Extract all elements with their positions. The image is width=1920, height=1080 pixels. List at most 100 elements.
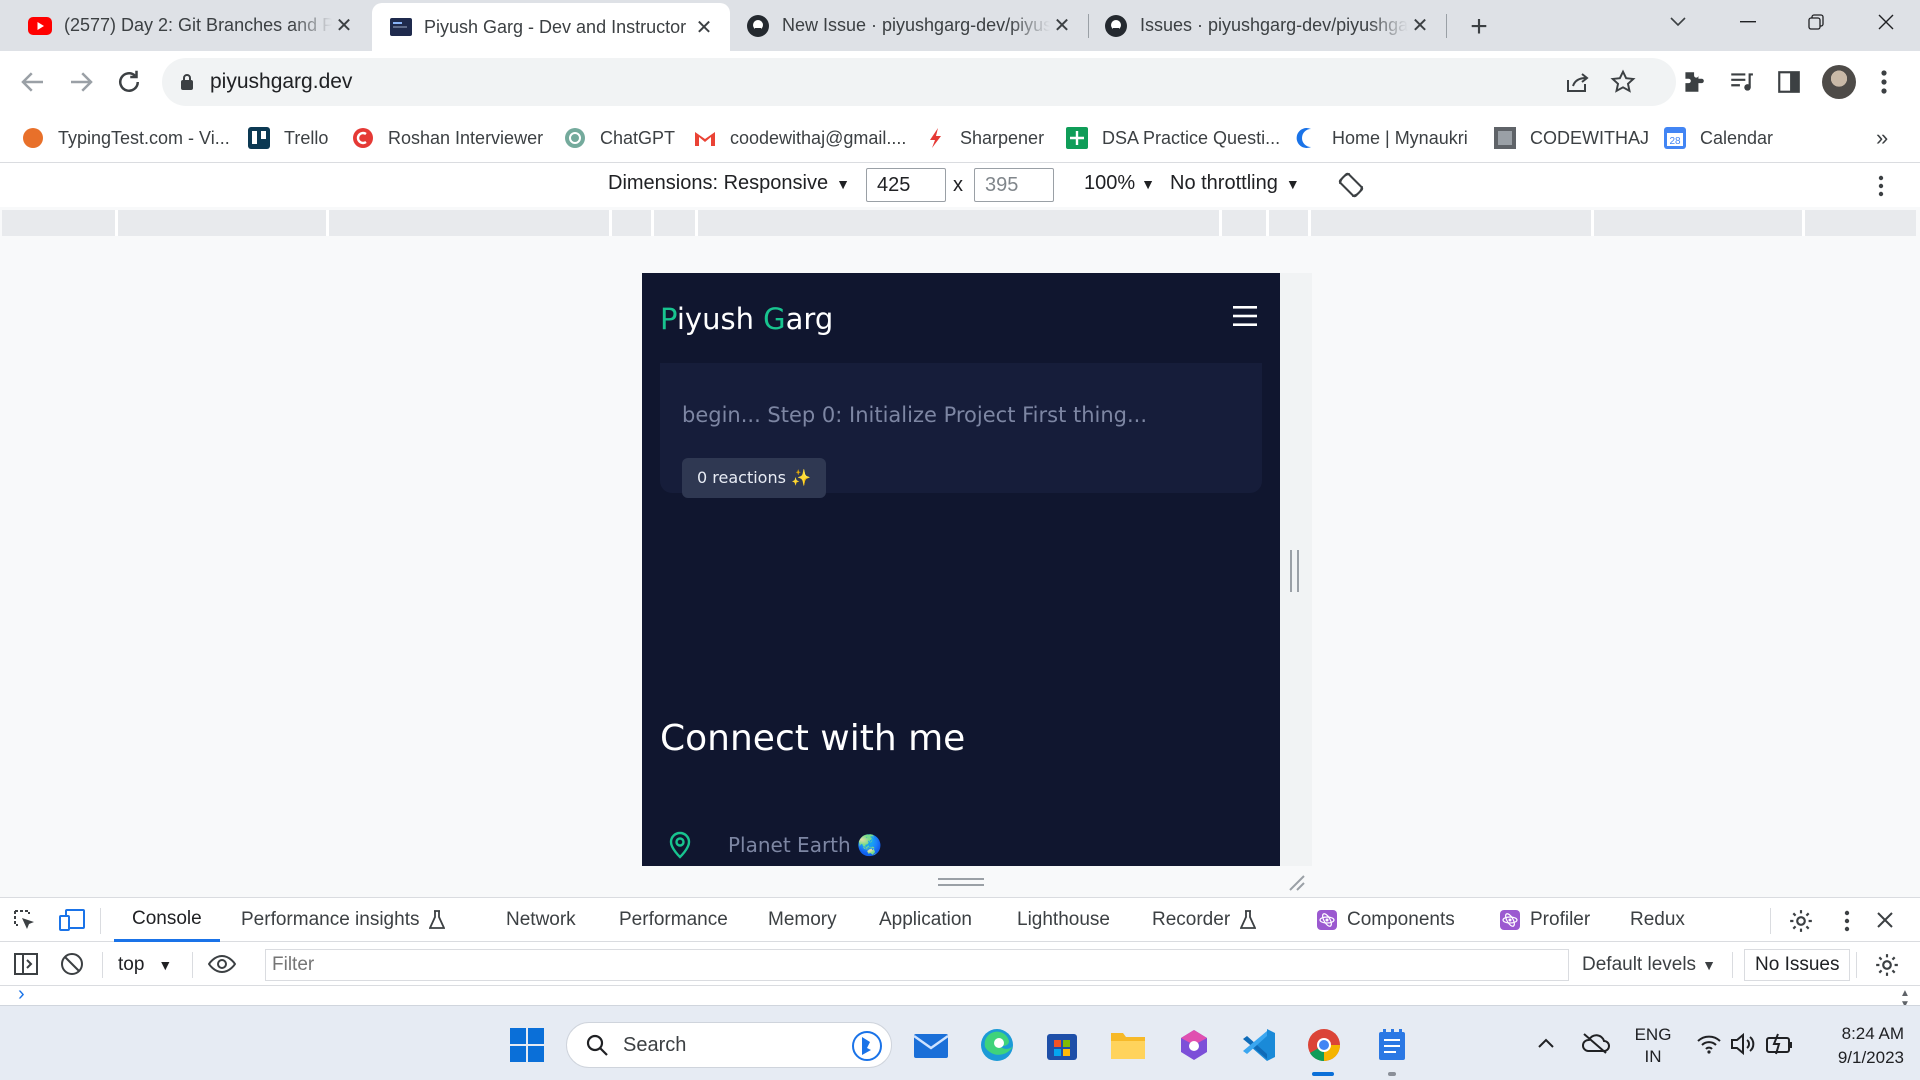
close-tab-icon[interactable]: ✕	[1050, 14, 1074, 38]
notepad-icon[interactable]	[1373, 1026, 1411, 1064]
bookmark-sharpener[interactable]: Sharpener	[924, 123, 1044, 153]
clear-console-icon[interactable]	[60, 952, 84, 976]
right-resize-handle[interactable]	[1290, 550, 1299, 592]
share-icon[interactable]	[1565, 70, 1591, 94]
side-panel-icon[interactable]	[1776, 69, 1802, 95]
onedrive-offline-icon[interactable]	[1580, 1032, 1610, 1054]
bookmark-dsa[interactable]: DSA Practice Questi...	[1066, 123, 1280, 153]
forward-icon[interactable]	[66, 67, 96, 97]
more-menu-icon[interactable]	[1880, 69, 1888, 95]
tab-application[interactable]: Application	[879, 898, 972, 942]
device-toggle-icon[interactable]	[58, 908, 86, 932]
live-expression-eye-icon[interactable]	[208, 954, 236, 974]
hamburger-menu-icon[interactable]	[1233, 306, 1257, 326]
vscode-icon[interactable]	[1240, 1026, 1278, 1064]
media-control-icon[interactable]	[1728, 69, 1754, 95]
reload-icon[interactable]	[114, 67, 144, 97]
copilot-icon[interactable]	[1175, 1026, 1213, 1064]
battery-icon[interactable]	[1766, 1032, 1794, 1056]
height-input[interactable]	[974, 168, 1054, 202]
file-explorer-icon[interactable]	[1109, 1026, 1147, 1064]
bookmark-label: Trello	[284, 127, 329, 148]
tab-youtube[interactable]: (2577) Day 2: Git Branches and Pull Requ…	[0, 0, 370, 51]
extensions-icon[interactable]	[1680, 69, 1706, 95]
windows-start-icon[interactable]	[508, 1026, 546, 1064]
reactions-button[interactable]: 0 reactions ✨	[682, 458, 826, 498]
throttling-select[interactable]: No throttling ▼	[1170, 172, 1300, 195]
store-icon[interactable]	[1043, 1026, 1081, 1064]
tab-performance[interactable]: Performance	[619, 898, 728, 942]
tab-network[interactable]: Network	[506, 898, 576, 942]
edge-icon[interactable]	[978, 1026, 1016, 1064]
clock[interactable]: 8:24 AM 9/1/2023	[1808, 1022, 1904, 1070]
bookmark-codewithaj[interactable]: CODEWITHAJ	[1494, 123, 1649, 153]
lock-icon[interactable]	[180, 73, 194, 91]
close-tab-icon[interactable]: ✕	[332, 14, 356, 38]
bookmark-chatgpt[interactable]: ChatGPT	[564, 123, 675, 153]
width-input[interactable]	[866, 168, 946, 202]
close-tab-icon[interactable]: ✕	[692, 15, 716, 39]
inspect-element-icon[interactable]	[12, 908, 38, 932]
tab-new-issue[interactable]: New Issue · piyushgarg-dev/piyushgarg-de…	[732, 0, 1088, 51]
devtools-more-icon[interactable]	[1844, 910, 1850, 932]
taskbar-search[interactable]: Search	[566, 1022, 892, 1068]
tab-console[interactable]: Console	[114, 898, 220, 942]
minimize-icon[interactable]	[1716, 0, 1780, 44]
site-logo[interactable]: Piyush Garg	[660, 302, 833, 336]
wifi-icon[interactable]	[1696, 1034, 1722, 1054]
bookmarks-bar: TypingTest.com - Vi... Trello Roshan Int…	[0, 113, 1920, 163]
tab-lighthouse[interactable]: Lighthouse	[1017, 898, 1110, 942]
close-tab-icon[interactable]: ✕	[1408, 14, 1432, 38]
logo-p: P	[660, 302, 677, 336]
address-bar[interactable]: piyushgarg.dev	[162, 58, 1676, 106]
tab-issues[interactable]: Issues · piyushgarg-dev/piyushgarg-dev ✕	[1090, 0, 1446, 51]
devtools-close-icon[interactable]	[1876, 911, 1894, 929]
volume-icon[interactable]	[1730, 1032, 1758, 1056]
bookmark-typingtest[interactable]: TypingTest.com - Vi...	[22, 123, 230, 153]
language-indicator[interactable]: ENG IN	[1628, 1024, 1678, 1068]
log-levels-select[interactable]: Default levels ▼	[1582, 954, 1716, 976]
tray-chevron-icon[interactable]	[1536, 1036, 1556, 1050]
dimensions-select[interactable]: Dimensions: Responsive ▼	[608, 172, 850, 195]
bookmark-mynaukri[interactable]: Home | Mynaukri	[1296, 123, 1468, 153]
bookmark-star-icon[interactable]	[1610, 69, 1636, 95]
bookmark-roshan[interactable]: Roshan Interviewer	[352, 123, 543, 153]
tab-search-icon[interactable]	[1646, 0, 1710, 44]
rotate-icon[interactable]	[1336, 170, 1366, 200]
tab-active[interactable]: Piyush Garg - Dev and Instructor ✕	[372, 3, 730, 51]
url-text[interactable]: piyushgarg.dev	[210, 70, 352, 94]
tab-profiler[interactable]: Profiler	[1500, 898, 1590, 942]
new-tab-button[interactable]: +	[1462, 10, 1496, 44]
back-icon[interactable]	[18, 67, 48, 97]
console-filter-input[interactable]	[265, 949, 1569, 981]
issues-button[interactable]: No Issues	[1744, 949, 1851, 981]
close-window-icon[interactable]	[1854, 0, 1918, 44]
zoom-select[interactable]: 100% ▼	[1084, 172, 1155, 195]
devtools-settings-icon[interactable]	[1788, 908, 1814, 934]
media-query-bar[interactable]	[2, 210, 1916, 236]
tab-performance-insights[interactable]: Performance insights	[241, 898, 446, 942]
context-select[interactable]: top ▼	[118, 954, 172, 976]
bottom-resize-handle[interactable]	[938, 878, 984, 886]
bookmark-calendar[interactable]: 28 Calendar	[1664, 123, 1773, 153]
corner-resize-handle[interactable]	[1286, 872, 1306, 892]
browser-toolbar: piyushgarg.dev	[0, 51, 1920, 113]
device-toolbar-more-icon[interactable]	[1878, 175, 1884, 197]
bookmark-label: Home | Mynaukri	[1332, 127, 1468, 148]
chrome-icon[interactable]	[1305, 1026, 1343, 1064]
tab-recorder[interactable]: Recorder	[1152, 898, 1257, 942]
avatar[interactable]	[1822, 65, 1856, 99]
tab-redux[interactable]: Redux	[1630, 898, 1685, 942]
tab-memory[interactable]: Memory	[768, 898, 837, 942]
bookmark-trello[interactable]: Trello	[248, 123, 328, 153]
context-label: top	[118, 954, 145, 975]
sidebar-toggle-icon[interactable]	[14, 953, 38, 975]
mail-icon[interactable]	[912, 1026, 950, 1064]
tab-components[interactable]: Components	[1317, 898, 1455, 942]
console-prompt[interactable]: ›	[18, 986, 25, 1004]
console-settings-icon[interactable]	[1874, 952, 1900, 978]
bookmarks-overflow-button[interactable]: »	[1876, 123, 1888, 153]
restore-icon[interactable]	[1784, 0, 1848, 44]
bookmark-gmail[interactable]: coodewithaj@gmail....	[694, 123, 906, 153]
tab-title: Piyush Garg - Dev and Instructor	[424, 16, 687, 37]
